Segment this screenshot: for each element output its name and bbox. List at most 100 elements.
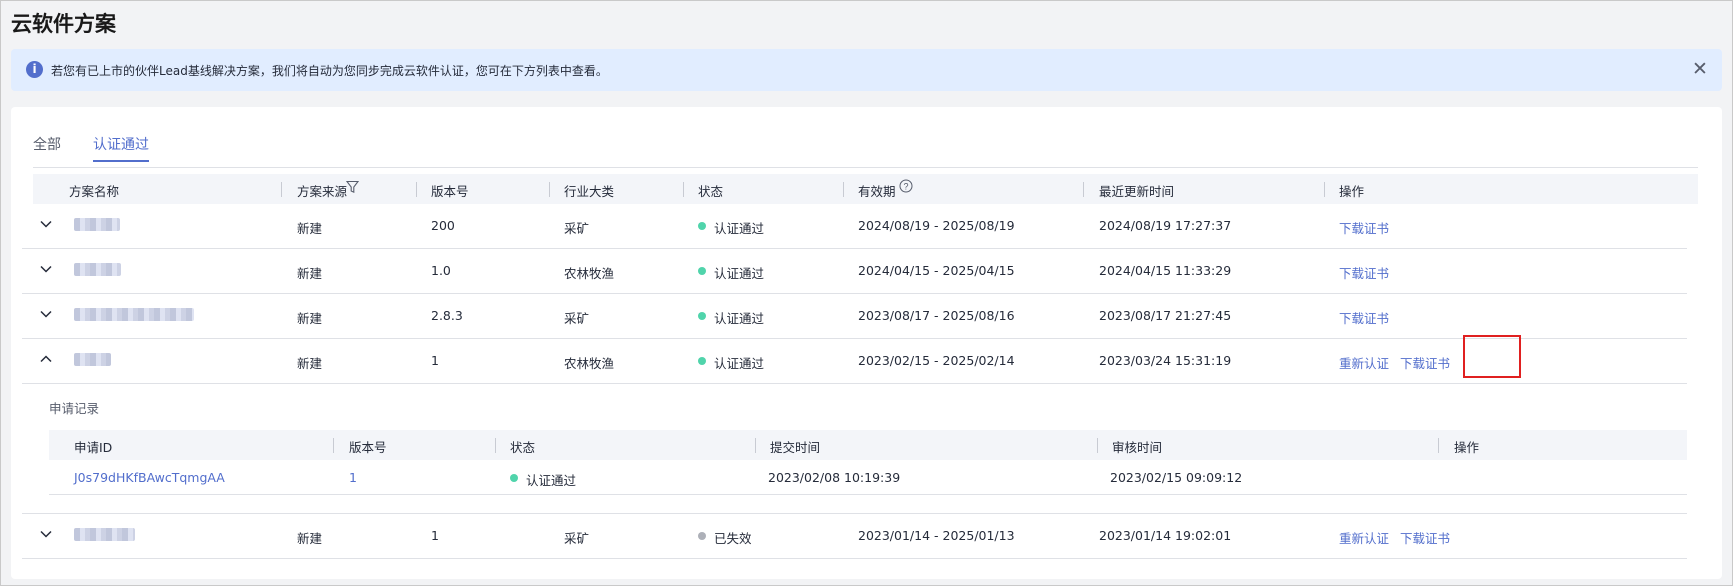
solution-name[interactable] xyxy=(74,308,194,321)
tab-bar: 全部 认证通过 xyxy=(33,134,1698,168)
cell-source: 新建 xyxy=(297,531,323,546)
cell-version: 1 xyxy=(349,470,357,485)
chevron-down-icon[interactable] xyxy=(39,217,53,231)
column-header-name: 方案名称 xyxy=(69,184,120,199)
cell-updated: 2024/08/19 17:27:37 xyxy=(1099,218,1232,233)
recertify-link[interactable]: 重新认证 xyxy=(1339,353,1389,372)
chevron-down-icon[interactable] xyxy=(39,307,53,321)
column-divider xyxy=(333,438,334,453)
column-header-validity: 有效期 xyxy=(858,184,896,199)
column-header-id: 申请ID xyxy=(74,440,113,455)
column-divider xyxy=(495,438,496,453)
status-dot xyxy=(698,532,706,540)
table-row: 新建 1 农林牧渔 认证通过 2023/02/15 - 2025/02/14 2… xyxy=(22,339,1687,384)
cell-validity: 2023/08/17 - 2025/08/16 xyxy=(858,308,1015,323)
table-header: 方案名称 方案来源 版本号 行业大类 状态 有效期 ? 最近更新时间 操作 xyxy=(33,174,1698,204)
cell-version: 200 xyxy=(431,218,455,233)
column-header-version: 版本号 xyxy=(431,184,469,199)
chevron-up-icon[interactable] xyxy=(39,352,53,366)
cell-source: 新建 xyxy=(297,356,323,371)
column-divider xyxy=(549,182,550,197)
cell-status: 认证通过 xyxy=(714,266,765,281)
page-title: 云软件方案 xyxy=(11,12,116,36)
tab-all[interactable]: 全部 xyxy=(33,134,61,154)
cell-industry: 农林牧渔 xyxy=(564,356,615,371)
info-notice: i 若您有已上市的伙伴Lead基线解决方案，我们将自动为您同步完成云软件认证，您… xyxy=(11,49,1722,91)
download-certificate-link[interactable]: 下载证书 xyxy=(1339,308,1389,327)
cell-status: 已失效 xyxy=(714,531,752,546)
column-divider xyxy=(755,438,756,453)
cell-validity: 2024/08/19 - 2025/08/19 xyxy=(858,218,1015,233)
column-header-status: 状态 xyxy=(510,440,536,455)
cell-industry: 农林牧渔 xyxy=(564,266,615,281)
chevron-down-icon[interactable] xyxy=(39,262,53,276)
filter-icon[interactable] xyxy=(345,180,360,197)
cell-status: 认证通过 xyxy=(714,311,765,326)
column-divider xyxy=(1324,182,1325,197)
svg-text:?: ? xyxy=(903,182,908,192)
column-divider xyxy=(683,182,684,197)
records-header: 申请ID 版本号 状态 提交时间 审核时间 操作 xyxy=(49,430,1687,460)
download-certificate-link[interactable]: 下载证书 xyxy=(1400,353,1450,372)
column-divider xyxy=(1438,438,1439,453)
close-icon[interactable]: ✕ xyxy=(1690,58,1710,80)
column-header-action: 操作 xyxy=(1454,440,1480,455)
table-row: 新建 2.8.3 采矿 认证通过 2023/08/17 - 2025/08/16… xyxy=(22,294,1687,339)
solution-name[interactable] xyxy=(74,528,135,541)
cell-industry: 采矿 xyxy=(564,221,590,236)
application-id-link[interactable]: J0s79dHKfBAwcTqmgAA xyxy=(74,470,225,485)
column-divider xyxy=(1083,182,1084,197)
table-row: 新建 1.0 农林牧渔 认证通过 2024/04/15 - 2025/04/15… xyxy=(22,249,1687,294)
solution-name[interactable] xyxy=(74,353,111,366)
cell-version: 2.8.3 xyxy=(431,308,463,323)
info-icon: i xyxy=(26,61,43,78)
status-dot xyxy=(698,222,706,230)
cell-validity: 2023/01/14 - 2025/01/13 xyxy=(858,528,1015,543)
status-dot xyxy=(698,357,706,365)
cell-status: 认证通过 xyxy=(526,473,577,488)
column-divider xyxy=(1097,438,1098,453)
records-row: J0s79dHKfBAwcTqmgAA 1 认证通过 2023/02/08 10… xyxy=(49,460,1687,495)
column-header-updated: 最近更新时间 xyxy=(1099,184,1175,199)
column-header-action: 操作 xyxy=(1339,184,1365,199)
cell-updated: 2023/01/14 19:02:01 xyxy=(1099,528,1232,543)
cell-industry: 采矿 xyxy=(564,311,590,326)
status-dot xyxy=(698,312,706,320)
solution-name[interactable] xyxy=(74,263,121,276)
cell-updated: 2024/04/15 11:33:29 xyxy=(1099,263,1232,278)
cell-updated: 2023/08/17 21:27:45 xyxy=(1099,308,1232,323)
download-certificate-link[interactable]: 下载证书 xyxy=(1339,263,1389,282)
recertify-link[interactable]: 重新认证 xyxy=(1339,528,1389,547)
cell-industry: 采矿 xyxy=(564,531,590,546)
records-title: 申请记录 xyxy=(49,401,100,416)
cell-updated: 2023/03/24 15:31:19 xyxy=(1099,353,1232,368)
cell-source: 新建 xyxy=(297,311,323,326)
cell-source: 新建 xyxy=(297,221,323,236)
cell-version: 1 xyxy=(431,528,439,543)
status-dot xyxy=(698,267,706,275)
column-header-submitted: 提交时间 xyxy=(770,440,821,455)
download-certificate-link[interactable]: 下载证书 xyxy=(1339,218,1389,237)
cell-status: 认证通过 xyxy=(714,356,765,371)
tab-certified[interactable]: 认证通过 xyxy=(93,134,149,162)
column-divider xyxy=(843,182,844,197)
cell-source: 新建 xyxy=(297,266,323,281)
table-row: 新建 200 采矿 认证通过 2024/08/19 - 2025/08/19 2… xyxy=(22,204,1687,249)
cell-submitted: 2023/02/08 10:19:39 xyxy=(768,470,901,485)
chevron-down-icon[interactable] xyxy=(39,527,53,541)
column-header-source: 方案来源 xyxy=(297,184,348,199)
solution-name[interactable] xyxy=(74,218,120,231)
column-header-reviewed: 审核时间 xyxy=(1112,440,1163,455)
cell-validity: 2024/04/15 - 2025/04/15 xyxy=(858,263,1015,278)
help-icon[interactable]: ? xyxy=(899,179,913,196)
table-row: 新建 1 采矿 已失效 2023/01/14 - 2025/01/13 2023… xyxy=(22,513,1687,559)
cell-reviewed: 2023/02/15 09:09:12 xyxy=(1110,470,1243,485)
column-header-version: 版本号 xyxy=(349,440,387,455)
notice-text: 若您有已上市的伙伴Lead基线解决方案，我们将自动为您同步完成云软件认证，您可在… xyxy=(51,64,608,78)
column-header-status: 状态 xyxy=(698,184,724,199)
cell-validity: 2023/02/15 - 2025/02/14 xyxy=(858,353,1015,368)
column-divider xyxy=(281,182,282,197)
download-certificate-link[interactable]: 下载证书 xyxy=(1400,528,1450,547)
column-divider xyxy=(416,182,417,197)
cell-version: 1.0 xyxy=(431,263,451,278)
